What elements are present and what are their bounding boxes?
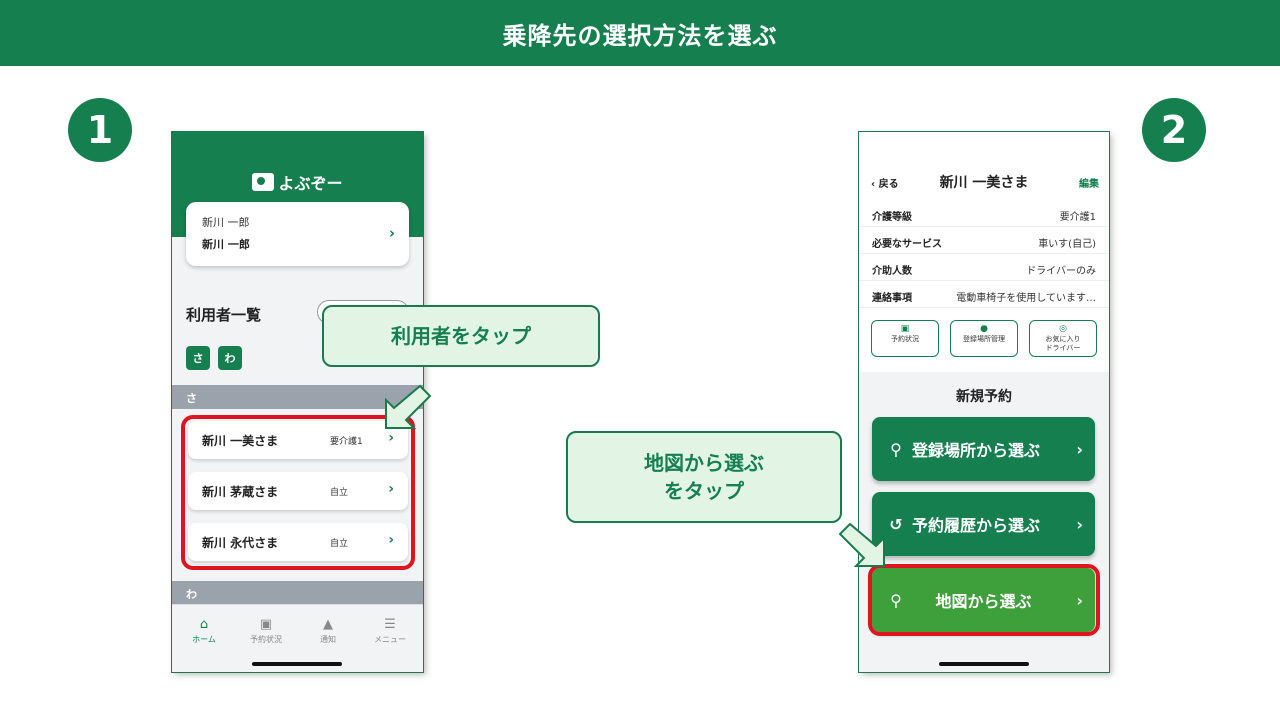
button-label: 登録場所管理 [963, 335, 1005, 343]
info-value: 車いす(自己) [1038, 239, 1096, 250]
account-line2: 新川 一郎 [202, 238, 250, 251]
home-indicator [939, 662, 1029, 666]
favorite-drivers-button[interactable]: ◎ お気に入り ドライバー [1029, 320, 1097, 357]
button-label: ドライバー [1045, 344, 1081, 352]
bell-icon: ▲ [323, 617, 333, 632]
info-row: 連絡事項 電動車椅子を使用しています… [859, 281, 1109, 308]
section-title: 新規予約 [956, 389, 1012, 405]
kana-filter-sa[interactable]: さ [186, 346, 210, 370]
button-label: お気に入り [1045, 335, 1081, 343]
step-1-badge: 1 [68, 98, 132, 162]
list-title: 利用者一覧 [186, 306, 262, 324]
select-registered-place-button[interactable]: ⚲ 登録場所から選ぶ › [872, 417, 1095, 481]
callout-line: をタップ [664, 479, 744, 503]
detail-title: 新川 一美さま [939, 175, 1029, 191]
info-row: 介護等級 要介護1 [859, 200, 1109, 227]
edit-button[interactable]: 編集 [1079, 175, 1099, 190]
steering-wheel-icon: ◎ [1059, 324, 1067, 334]
info-key: 介助人数 [872, 266, 912, 277]
home-icon: ⌂ [199, 617, 209, 632]
tab-label: ホーム [192, 635, 216, 644]
callout-tap-map: 地図から選ぶ をタップ [566, 431, 842, 523]
tab-menu[interactable]: ☰ メニュー [365, 617, 415, 645]
highlight-box [868, 564, 1100, 636]
highlight-box [181, 415, 415, 570]
car-icon: ▣ [900, 324, 910, 334]
pin-icon: ⚲ [890, 439, 902, 459]
select-history-button[interactable]: ↺ 予約履歴から選ぶ › [872, 492, 1095, 556]
info-row: 必要なサービス 車いす(自己) [859, 227, 1109, 254]
home-indicator [252, 662, 342, 666]
section-header-wa: わ [172, 581, 423, 605]
callout-tap-user: 利用者をタップ [322, 305, 600, 367]
info-row: 介助人数 ドライバーのみ [859, 254, 1109, 281]
account-card[interactable]: 新川 一郎 新川 一郎 › [186, 202, 409, 266]
arrow-down-right-icon [838, 522, 885, 567]
button-label: 予約状況 [891, 335, 919, 343]
list-icon: ☰ [384, 617, 396, 632]
car-icon [252, 173, 275, 191]
info-value: ドライバーのみ [1026, 266, 1096, 277]
nav-bar: ‹ 戻る 新川 一美さま 編集 [859, 172, 1109, 192]
button-label: 登録場所から選ぶ [912, 441, 1041, 460]
reservation-status-button[interactable]: ▣ 予約状況 [871, 320, 939, 357]
tab-label: メニュー [374, 635, 406, 644]
chevron-right-icon: › [388, 224, 395, 242]
info-key: 介護等級 [872, 212, 912, 223]
pin-icon: ● [980, 324, 988, 334]
tab-label: 予約状況 [250, 635, 282, 644]
callout-line: 地図から選ぶ [644, 451, 764, 475]
info-value: 要介護1 [1059, 212, 1096, 223]
kana-filter-wa[interactable]: わ [218, 346, 242, 370]
chevron-right-icon: › [1076, 514, 1083, 534]
tab-label: 通知 [320, 635, 336, 644]
tab-reservations[interactable]: ▣ 予約状況 [241, 617, 291, 645]
tab-bar: ⌂ ホーム ▣ 予約状況 ▲ 通知 ☰ メニュー [172, 604, 423, 672]
registered-places-button[interactable]: ● 登録場所管理 [950, 320, 1018, 357]
car-icon: ▣ [259, 617, 273, 632]
phone-screen-user-detail: ‹ 戻る 新川 一美さま 編集 介護等級 要介護1 必要なサービス 車いす(自己) … [859, 132, 1109, 672]
page-title: 乗降先の選択方法を選ぶ [0, 0, 1280, 66]
info-key: 連絡事項 [872, 293, 912, 304]
app-logo: よぶぞー [172, 170, 423, 194]
info-key: 必要なサービス [872, 239, 942, 250]
info-value: 電動車椅子を使用しています… [956, 293, 1096, 304]
app-name: よぶぞー [278, 174, 343, 193]
chevron-right-icon: › [1076, 439, 1083, 459]
arrow-down-left-icon [385, 384, 432, 429]
tab-home[interactable]: ⌂ ホーム [179, 617, 229, 645]
tab-notifications[interactable]: ▲ 通知 [303, 617, 353, 645]
step-2-badge: 2 [1142, 98, 1206, 162]
account-line1: 新川 一郎 [202, 216, 250, 229]
button-label: 予約履歴から選ぶ [912, 516, 1041, 535]
